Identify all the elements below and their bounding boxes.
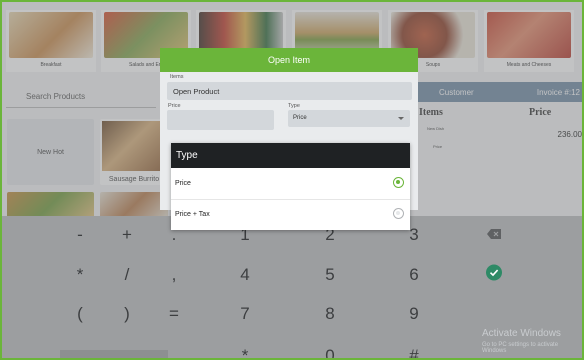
key-slash[interactable]: / [125,265,130,285]
key-comma[interactable]: , [172,265,177,285]
type-option-price-tax[interactable]: Price + Tax [171,199,410,230]
items-label: Items [170,74,184,80]
key-hash[interactable]: # [409,346,418,358]
type-option-price[interactable]: Price [171,168,410,199]
key-5[interactable]: 5 [325,265,334,285]
key-equals[interactable]: = [169,304,179,324]
key-9[interactable]: 9 [409,304,418,324]
watermark-title: Activate Windows [482,328,561,339]
option-label: Price + Tax [175,211,210,218]
radio-unselected-icon[interactable] [393,208,404,219]
dialog-title: Open Item [160,48,418,72]
key-close-paren[interactable]: ) [124,304,130,324]
key-4[interactable]: 4 [240,265,249,285]
key-8[interactable]: 8 [325,304,334,324]
radio-selected-icon[interactable] [393,177,404,188]
key-blank[interactable] [60,350,168,358]
type-popup-title: Type [171,143,410,168]
key-asterisk-2[interactable]: * [242,346,249,358]
price-label: Price [168,103,181,109]
type-label: Type [288,103,300,109]
key-7[interactable]: 7 [240,304,249,324]
check-circle-icon[interactable] [486,264,502,286]
watermark-subtitle: Go to PC settings to activate Windows [482,342,559,354]
key-asterisk[interactable]: * [77,265,84,285]
backspace-icon[interactable] [487,226,501,244]
type-popup: Type Price Price + Tax [171,143,410,230]
key-0[interactable]: 0 [325,346,334,358]
price-input[interactable] [167,110,274,130]
option-label: Price [175,180,191,187]
key-minus[interactable]: - [77,225,83,245]
activation-watermark: Activate Windows Go to PC settings to ac… [482,328,582,354]
type-select[interactable]: Price [288,110,410,127]
key-plus[interactable]: + [122,225,132,245]
type-select-value: Price [293,115,307,121]
key-open-paren[interactable]: ( [77,304,83,324]
key-3[interactable]: 3 [409,225,418,245]
key-6[interactable]: 6 [409,265,418,285]
items-input[interactable]: Open Product [167,82,412,100]
chevron-down-icon [398,117,404,120]
